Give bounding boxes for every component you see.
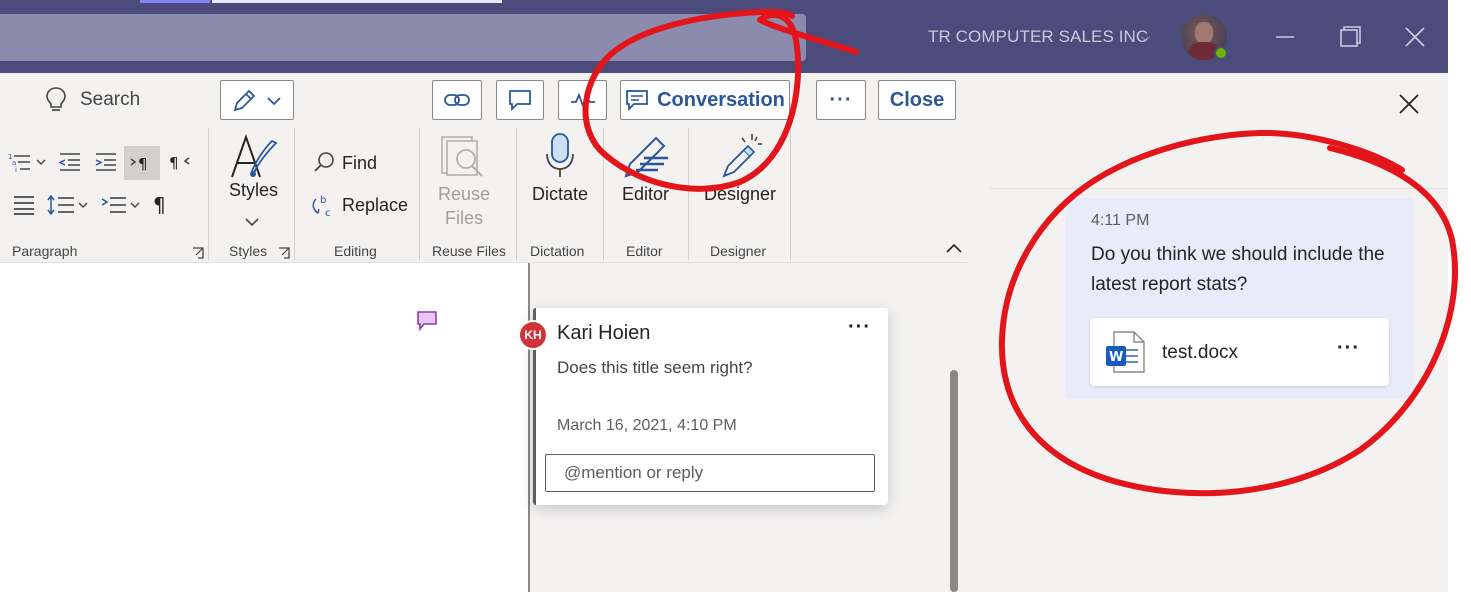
comment-text: Does this title seem right? — [557, 358, 753, 377]
find-icon[interactable] — [313, 151, 335, 173]
group-label-editor: Editor — [626, 243, 663, 259]
link-button[interactable] — [432, 80, 482, 120]
ltr-button[interactable]: ¶ — [124, 146, 160, 180]
reuse-files-label-1: Reuse — [438, 184, 491, 204]
designer-label[interactable]: Designer — [704, 184, 776, 205]
group-separator — [603, 128, 604, 260]
conversation-icon — [626, 90, 648, 111]
reuse-files-icon — [441, 136, 483, 177]
group-separator — [294, 128, 295, 260]
document-page[interactable] — [0, 263, 529, 592]
word-file-icon: W — [1106, 331, 1145, 373]
title-bar: TR COMPUTER SALES INC ⌵ — [0, 0, 1448, 73]
org-name[interactable]: TR COMPUTER SALES INC — [928, 27, 1148, 47]
collapse-ribbon-icon[interactable] — [945, 243, 963, 255]
replace-icon[interactable]: bc — [310, 193, 336, 219]
comment-marker-icon[interactable] — [416, 310, 438, 332]
find-label[interactable]: Find — [342, 153, 377, 174]
window-close-icon[interactable] — [1400, 22, 1430, 52]
group-separator — [790, 128, 791, 260]
group-label-editing: Editing — [334, 243, 377, 259]
group-label-dictation: Dictation — [530, 243, 585, 259]
dialog-launcher-icon[interactable] — [192, 247, 204, 259]
comment-icon — [509, 90, 531, 111]
paragraph-spacing-icon[interactable] — [100, 193, 146, 217]
show-formatting-icon[interactable]: ¶ — [152, 193, 172, 217]
decrease-indent-icon[interactable] — [58, 152, 82, 172]
group-separator — [688, 128, 689, 260]
designer-icon[interactable] — [718, 132, 762, 180]
minimize-icon[interactable] — [1270, 22, 1300, 52]
file-name[interactable]: test.docx — [1162, 342, 1238, 364]
group-label-styles: Styles — [229, 243, 268, 259]
reply-input[interactable] — [545, 454, 875, 492]
chevron-down-icon — [267, 97, 281, 106]
activity-button[interactable] — [558, 80, 607, 120]
left-to-right-icon: ¶ — [130, 155, 148, 172]
maximize-icon[interactable] — [1335, 22, 1365, 52]
conversation-label: Conversation — [657, 88, 785, 111]
group-label-paragraph: Paragraph — [12, 243, 78, 259]
comment-button[interactable] — [496, 80, 544, 120]
activity-icon — [570, 92, 595, 109]
svg-text:b: b — [320, 195, 326, 206]
right-to-left-icon[interactable]: ¶ — [168, 153, 192, 171]
editor-label[interactable]: Editor — [622, 184, 669, 205]
link-icon — [444, 94, 470, 106]
tab-indicator — [212, 0, 502, 3]
scrollbar-thumb[interactable] — [950, 370, 958, 592]
editing-mode-dropdown[interactable] — [220, 80, 294, 120]
svg-text:i: i — [15, 166, 17, 173]
ribbon-search[interactable]: Search — [44, 86, 140, 114]
styles-icon[interactable] — [228, 133, 278, 181]
active-tab-indicator — [140, 0, 210, 3]
comment-author: Kari Hoien — [557, 322, 651, 344]
conversation-button[interactable]: Conversation — [620, 80, 790, 120]
group-separator — [516, 128, 517, 260]
line-spacing-icon[interactable] — [46, 193, 92, 217]
app-search-bar[interactable] — [0, 14, 806, 61]
more-options-button[interactable]: ··· — [816, 80, 866, 120]
replace-label[interactable]: Replace — [342, 195, 408, 216]
search-label: Search — [80, 89, 141, 110]
svg-text:¶: ¶ — [138, 155, 148, 172]
group-label-reuse-files: Reuse Files — [432, 243, 506, 259]
chevron-down-icon[interactable]: ⌵ — [1141, 30, 1150, 45]
close-panel-icon[interactable] — [1395, 90, 1423, 118]
svg-text:c: c — [325, 208, 331, 219]
justify-icon[interactable] — [12, 195, 36, 215]
chevron-down-icon[interactable] — [244, 216, 260, 228]
svg-text:W: W — [1109, 350, 1123, 365]
svg-text:¶: ¶ — [169, 154, 179, 171]
editor-icon[interactable] — [622, 132, 670, 180]
reuse-files-label-2: Files — [445, 208, 484, 228]
author-avatar: KH — [518, 320, 548, 350]
dictate-label[interactable]: Dictate — [532, 184, 588, 205]
message-text: Do you think we should include the lates… — [1091, 244, 1385, 295]
pencil-icon — [233, 89, 256, 112]
multilevel-list-icon[interactable]: 1ai — [8, 151, 48, 173]
message-timestamp: 4:11 PM — [1091, 212, 1150, 229]
increase-indent-icon[interactable] — [94, 152, 118, 172]
group-label-designer: Designer — [710, 243, 767, 259]
file-more-button[interactable]: ··· — [1337, 337, 1360, 360]
comment-more-button[interactable]: ··· — [848, 316, 871, 339]
styles-button-label[interactable]: Styles — [229, 180, 278, 201]
microphone-icon[interactable] — [544, 132, 576, 180]
chat-divider — [990, 188, 1448, 189]
svg-text:¶: ¶ — [153, 193, 166, 217]
window-edge — [1448, 0, 1471, 592]
close-button[interactable]: Close — [878, 80, 956, 120]
comment-date: March 16, 2021, 4:10 PM — [557, 417, 737, 434]
group-separator — [419, 128, 420, 260]
group-separator — [208, 128, 209, 260]
dialog-launcher-icon[interactable] — [278, 247, 290, 259]
presence-available-icon — [1214, 46, 1228, 60]
lightbulb-icon — [46, 87, 66, 111]
